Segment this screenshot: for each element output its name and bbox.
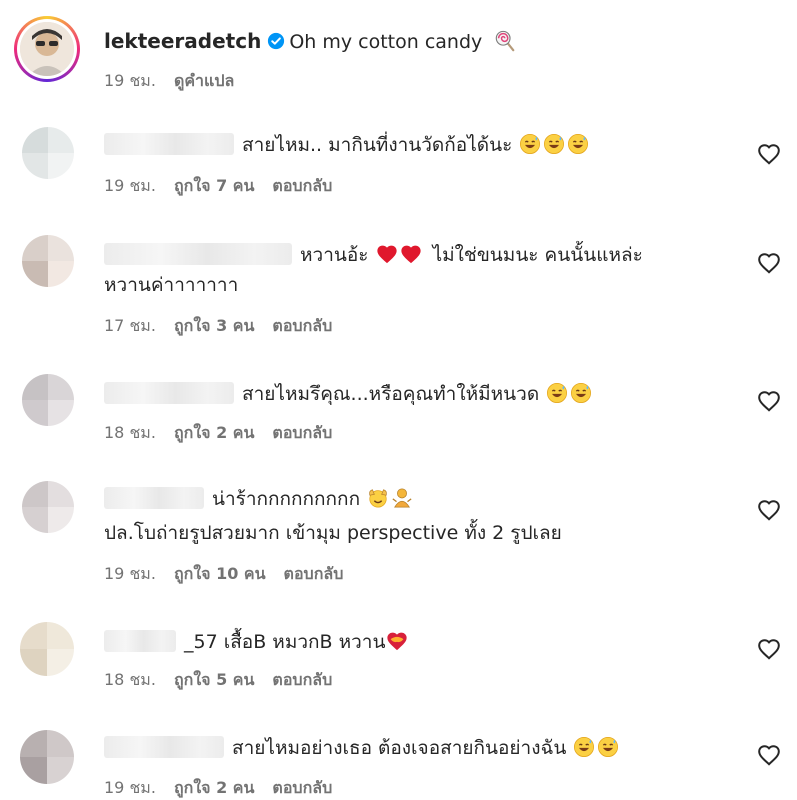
comment-body: น่าร้ากกกกกกกกก xyxy=(104,486,414,512)
raised-hands-face-emoji-icon xyxy=(369,489,387,508)
blurred-username[interactable] xyxy=(104,630,176,652)
blurred-username[interactable] xyxy=(104,243,292,265)
grinning-sweat-emoji-icon xyxy=(598,737,619,757)
blurred-username[interactable] xyxy=(104,736,224,758)
caption-text: Oh my cotton candy xyxy=(289,31,483,53)
like-count[interactable]: ถูกใจ 3 คน xyxy=(174,316,254,335)
like-count[interactable]: ถูกใจ 2 คน xyxy=(174,778,254,797)
caption-line: lekteeradetch Oh my cotton candy xyxy=(104,28,517,55)
like-count[interactable]: ถูกใจ 7 คน xyxy=(174,176,254,195)
comment-body: สายไหม.. มากินที่งานวัดก้อได้นะ xyxy=(104,132,590,158)
comment-body-continued: ปล.โบถ่ายรูปสวยมาก เข้ามุม perspective ท… xyxy=(104,520,562,546)
comment-text: สายไหมอย่างเธอ ต้องเจอสายกินอย่างฉัน xyxy=(232,737,567,759)
blurred-username[interactable] xyxy=(104,133,234,155)
heart-outline-icon[interactable] xyxy=(757,252,781,274)
comment-body: สายไหมรึคุณ...หรือคุณทำให้มีหนวด xyxy=(104,381,593,407)
heart-outline-icon[interactable] xyxy=(757,390,781,412)
comment-text: น่าร้ากกกกกกกกก xyxy=(212,488,361,510)
comment-text: ไม่ใช่ขนมนะ คนนั้นแหล่ะ xyxy=(432,244,643,266)
heart-on-fire-emoji-icon xyxy=(387,632,408,651)
comment-text: _57 เสื้อB หมวกB หวาน xyxy=(184,631,386,653)
heart-outline-icon[interactable] xyxy=(757,143,781,165)
comment-time[interactable]: 19 ชม. xyxy=(104,176,156,195)
comment-body: สายไหมอย่างเธอ ต้องเจอสายกินอย่างฉัน xyxy=(104,735,620,761)
comment: สายไหมอย่างเธอ ต้องเจอสายกินอย่างฉัน 19 … xyxy=(0,720,797,800)
commenter-avatar[interactable] xyxy=(22,374,74,426)
red-heart-emoji-icon xyxy=(376,245,397,264)
comment-meta: 19 ชม. ถูกใจ 2 คน ตอบกลับ xyxy=(104,778,350,798)
lollipop-emoji-icon xyxy=(496,30,515,52)
profile-avatar[interactable] xyxy=(14,16,80,82)
comment-body: หวานอ้ะ ไม่ใช่ขนมนะ คนนั้นแหล่ะ xyxy=(104,242,643,268)
bowing-person-emoji-icon xyxy=(392,488,412,508)
post-meta: 19 ชม. ดูคำแปล xyxy=(104,71,252,91)
grinning-sweat-emoji-icon xyxy=(544,134,565,154)
verified-badge-icon xyxy=(268,32,285,50)
comment: น่าร้ากกกกกกกกก ปล.โบถ่ายรูปสวยมาก เข้าม… xyxy=(0,470,797,610)
comment-body-continued: หวานค่าาาาาาา xyxy=(104,272,238,298)
grinning-sweat-emoji-icon xyxy=(568,134,589,154)
commenter-avatar[interactable] xyxy=(22,127,74,179)
comment-meta: 18 ชม. ถูกใจ 5 คน ตอบกลับ xyxy=(104,670,350,690)
post-caption: lekteeradetch Oh my cotton candy 19 ชม. ดู… xyxy=(0,0,797,110)
comment: _57 เสื้อB หมวกB หวาน 18 ชม. ถูกใจ 5 คน ตอ… xyxy=(0,610,797,720)
comment-body: _57 เสื้อB หมวกB หวาน xyxy=(104,629,409,655)
like-count[interactable]: ถูกใจ 10 คน xyxy=(174,564,266,583)
grinning-sweat-emoji-icon xyxy=(574,737,595,757)
like-count[interactable]: ถูกใจ 2 คน xyxy=(174,423,254,442)
comment: หวานอ้ะ ไม่ใช่ขนมนะ คนนั้นแหล่ะ หวานค่าา… xyxy=(0,220,797,360)
like-count[interactable]: ถูกใจ 5 คน xyxy=(174,670,254,689)
comment-meta: 19 ชม. ถูกใจ 10 คน ตอบกลับ xyxy=(104,564,361,584)
commenter-avatar[interactable] xyxy=(20,622,74,676)
post-time[interactable]: 19 ชม. xyxy=(104,71,156,90)
commenter-avatar[interactable] xyxy=(22,481,74,533)
comment-meta: 18 ชม. ถูกใจ 2 คน ตอบกลับ xyxy=(104,423,350,443)
reply-button[interactable]: ตอบกลับ xyxy=(284,564,344,583)
comment-text: หวานอ้ะ xyxy=(300,244,369,266)
comment-time[interactable]: 17 ชม. xyxy=(104,316,156,335)
comment-meta: 19 ชม. ถูกใจ 7 คน ตอบกลับ xyxy=(104,176,350,196)
red-heart-emoji-icon xyxy=(400,245,421,264)
commenter-avatar[interactable] xyxy=(22,235,74,287)
comment-time[interactable]: 19 ชม. xyxy=(104,778,156,797)
comment-text: สายไหมรึคุณ...หรือคุณทำให้มีหนวด xyxy=(242,383,540,405)
grinning-sweat-emoji-icon xyxy=(520,134,541,154)
comment-meta: 17 ชม. ถูกใจ 3 คน ตอบกลับ xyxy=(104,316,350,336)
commenter-avatar[interactable] xyxy=(20,730,74,784)
heart-outline-icon[interactable] xyxy=(757,499,781,521)
reply-button[interactable]: ตอบกลับ xyxy=(272,423,332,442)
username[interactable]: lekteeradetch xyxy=(104,29,261,53)
blurred-username[interactable] xyxy=(104,382,234,404)
grinning-sweat-emoji-icon xyxy=(547,383,568,403)
heart-outline-icon[interactable] xyxy=(757,638,781,660)
grinning-sweat-emoji-icon xyxy=(571,383,592,403)
translate-link[interactable]: ดูคำแปล xyxy=(174,71,234,90)
comment-time[interactable]: 19 ชม. xyxy=(104,564,156,583)
heart-outline-icon[interactable] xyxy=(757,744,781,766)
reply-button[interactable]: ตอบกลับ xyxy=(272,670,332,689)
comment-time[interactable]: 18 ชม. xyxy=(104,670,156,689)
comment-text: หวานค่าาาาาาา xyxy=(104,274,239,296)
comment: สายไหม.. มากินที่งานวัดก้อได้นะ 19 ชม. ถู… xyxy=(0,110,797,220)
reply-button[interactable]: ตอบกลับ xyxy=(272,316,332,335)
reply-button[interactable]: ตอบกลับ xyxy=(272,778,332,797)
comment-text: ปล.โบถ่ายรูปสวยมาก เข้ามุม perspective ท… xyxy=(104,522,562,544)
reply-button[interactable]: ตอบกลับ xyxy=(272,176,332,195)
blurred-username[interactable] xyxy=(104,487,204,509)
comment-time[interactable]: 18 ชม. xyxy=(104,423,156,442)
comment-text: สายไหม.. มากินที่งานวัดก้อได้นะ xyxy=(242,134,513,156)
comment: สายไหมรึคุณ...หรือคุณทำให้มีหนวด 18 ชม. ถ… xyxy=(0,360,797,470)
